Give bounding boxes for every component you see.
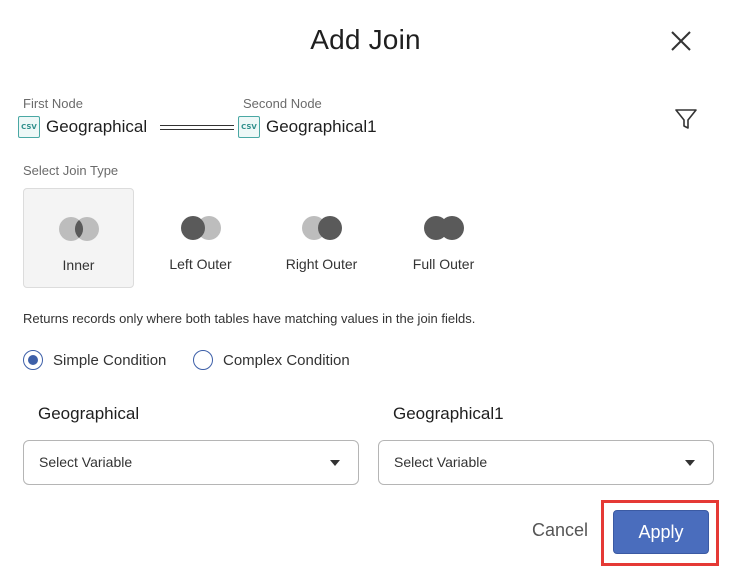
caret-down-icon: [330, 460, 340, 466]
select-value: Select Variable: [39, 454, 133, 470]
right-variable-select[interactable]: Select Variable: [378, 440, 714, 485]
left-variable-select[interactable]: Select Variable: [23, 440, 359, 485]
csv-file-icon: CSV: [18, 116, 40, 138]
join-option-label: Left Outer: [169, 256, 232, 272]
join-description: Returns records only where both tables h…: [23, 311, 476, 326]
join-option-inner[interactable]: Inner: [23, 188, 134, 288]
second-node: CSV Geographical1: [238, 116, 377, 138]
inner-join-icon: [58, 217, 99, 241]
join-option-label: Inner: [62, 257, 95, 273]
second-node-name: Geographical1: [266, 117, 377, 136]
caret-down-icon: [685, 460, 695, 466]
join-option-label: Right Outer: [285, 256, 358, 272]
join-link-line: [160, 125, 234, 130]
radio-label: Complex Condition: [223, 351, 350, 369]
join-option-label: Full Outer: [412, 256, 475, 272]
right-table-title: Geographical1: [393, 404, 504, 423]
csv-file-icon: CSV: [238, 116, 260, 138]
first-node-name: Geographical: [46, 117, 148, 136]
filter-icon[interactable]: [672, 105, 700, 133]
first-node-label: First Node: [23, 96, 83, 111]
add-join-dialog: Add Join First Node CSV Geographical Sec…: [0, 0, 731, 579]
left-table-title: Geographical: [38, 404, 140, 423]
join-option-full-outer[interactable]: Full Outer: [388, 188, 499, 288]
left-outer-join-icon: [180, 216, 221, 240]
radio-simple-condition[interactable]: Simple Condition: [23, 350, 166, 370]
radio-unselected-icon[interactable]: [193, 350, 213, 370]
dialog-title: Add Join: [310, 24, 421, 55]
join-type-label: Select Join Type: [23, 163, 119, 178]
full-outer-join-icon: [423, 216, 464, 240]
join-option-right-outer[interactable]: Right Outer: [266, 188, 377, 288]
apply-button[interactable]: Apply: [613, 510, 709, 554]
cancel-button[interactable]: Cancel: [520, 520, 600, 544]
right-outer-join-icon: [301, 216, 342, 240]
radio-label: Simple Condition: [53, 351, 167, 369]
second-node-label: Second Node: [243, 96, 322, 111]
join-option-left-outer[interactable]: Left Outer: [145, 188, 256, 288]
select-value: Select Variable: [394, 454, 488, 470]
radio-selected-icon[interactable]: [23, 350, 43, 370]
radio-complex-condition[interactable]: Complex Condition: [193, 350, 350, 370]
close-icon[interactable]: [668, 28, 694, 54]
first-node: CSV Geographical: [18, 116, 147, 138]
